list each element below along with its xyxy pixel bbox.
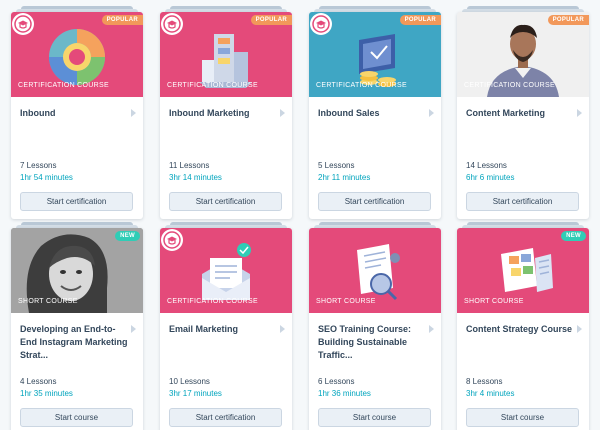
course-card-body[interactable]: POPULAR CERTIFICATION COURSE Inbound Mar… (160, 12, 292, 219)
course-title[interactable]: Inbound Sales (318, 107, 428, 120)
lessons-count: 4 Lessons (20, 377, 57, 386)
course-card-body[interactable]: POPULAR CERTIFICATION COURSE Inbound Sal… (309, 12, 441, 219)
course-duration: 3hr 17 minutes (169, 389, 222, 398)
play-arrow-icon[interactable] (131, 109, 136, 117)
course-card-body[interactable]: NEW SHORT COURSE Content Strategy Course… (457, 228, 589, 430)
popular-badge: POPULAR (399, 15, 441, 25)
course-card[interactable]: CERTIFICATION COURSE Email Marketing 10 … (160, 222, 292, 430)
popular-badge: POPULAR (101, 15, 143, 25)
course-thumbnail[interactable]: NEW SHORT COURSE (11, 228, 143, 313)
course-thumbnail[interactable]: POPULAR CERTIFICATION COURSE (457, 12, 589, 97)
course-duration: 1hr 36 minutes (318, 389, 371, 398)
certification-seal-icon (161, 13, 183, 35)
course-duration: 3hr 14 minutes (169, 173, 222, 182)
course-type-label: SHORT COURSE (464, 298, 524, 305)
start-course-button[interactable]: Start course (466, 408, 579, 427)
course-thumbnail[interactable]: SHORT COURSE (309, 228, 441, 313)
course-card[interactable]: POPULAR CERTIFICATION COURSE Inbound Sal… (309, 6, 441, 219)
play-arrow-icon[interactable] (429, 109, 434, 117)
course-title[interactable]: Inbound Marketing (169, 107, 279, 120)
lessons-count: 5 Lessons (318, 161, 355, 170)
flywheel-icon (49, 29, 105, 85)
lessons-count: 6 Lessons (318, 377, 355, 386)
new-badge: NEW (115, 231, 140, 241)
course-card-body[interactable]: SHORT COURSE SEO Training Course: Buildi… (309, 228, 441, 430)
certification-seal-icon (310, 13, 332, 35)
start-certification-button[interactable]: Start certification (169, 192, 282, 211)
start-course-button[interactable]: Start course (20, 408, 133, 427)
start-certification-button[interactable]: Start certification (20, 192, 133, 211)
course-card-body[interactable]: CERTIFICATION COURSE Email Marketing 10 … (160, 228, 292, 430)
course-title[interactable]: Inbound (20, 107, 130, 120)
course-duration: 3hr 4 minutes (466, 389, 515, 398)
course-card[interactable]: POPULAR CERTIFICATION COURSE Inbound Mar… (160, 6, 292, 219)
start-certification-button[interactable]: Start certification (466, 192, 579, 211)
course-thumbnail[interactable]: CERTIFICATION COURSE (160, 228, 292, 313)
course-type-label: CERTIFICATION COURSE (167, 82, 258, 89)
course-card[interactable]: POPULAR CERTIFICATION COURSE Inbound 7 L… (11, 6, 143, 219)
course-thumbnail[interactable]: POPULAR CERTIFICATION COURSE (160, 12, 292, 97)
course-title[interactable]: Content Marketing (466, 107, 576, 120)
course-duration: 1hr 54 minutes (20, 173, 73, 182)
new-badge: NEW (561, 231, 586, 241)
popular-badge: POPULAR (547, 15, 589, 25)
course-card[interactable]: POPULAR CERTIFICATION COURSE Content Mar… (457, 6, 589, 219)
play-arrow-icon[interactable] (280, 109, 285, 117)
course-card-body[interactable]: NEW SHORT COURSE Developing an End-to-En… (11, 228, 143, 430)
course-duration: 1hr 35 minutes (20, 389, 73, 398)
course-title[interactable]: SEO Training Course: Building Sustainabl… (318, 323, 428, 362)
play-arrow-icon[interactable] (577, 109, 582, 117)
lessons-count: 7 Lessons (20, 161, 57, 170)
course-title[interactable]: Content Strategy Course (466, 323, 576, 336)
course-duration: 2hr 11 minutes (318, 173, 371, 182)
play-arrow-icon[interactable] (577, 325, 582, 333)
course-thumbnail[interactable]: NEW SHORT COURSE (457, 228, 589, 313)
certification-seal-icon (161, 229, 183, 251)
play-arrow-icon[interactable] (131, 325, 136, 333)
start-certification-button[interactable]: Start certification (169, 408, 282, 427)
course-title[interactable]: Developing an End-to-End Instagram Marke… (20, 323, 130, 362)
lessons-count: 14 Lessons (466, 161, 507, 170)
course-type-label: SHORT COURSE (316, 298, 376, 305)
lessons-count: 11 Lessons (169, 161, 210, 170)
course-type-label: CERTIFICATION COURSE (464, 82, 555, 89)
course-card[interactable]: NEW SHORT COURSE Developing an End-to-En… (11, 222, 143, 430)
course-type-label: CERTIFICATION COURSE (316, 82, 407, 89)
certification-seal-icon (12, 13, 34, 35)
course-type-label: SHORT COURSE (18, 298, 78, 305)
course-type-label: CERTIFICATION COURSE (18, 82, 109, 89)
lessons-count: 10 Lessons (169, 377, 210, 386)
course-thumbnail[interactable]: POPULAR CERTIFICATION COURSE (309, 12, 441, 97)
start-certification-button[interactable]: Start certification (318, 192, 431, 211)
play-arrow-icon[interactable] (429, 325, 434, 333)
course-thumbnail[interactable]: POPULAR CERTIFICATION COURSE (11, 12, 143, 97)
play-arrow-icon[interactable] (280, 325, 285, 333)
lessons-count: 8 Lessons (466, 377, 503, 386)
start-course-button[interactable]: Start course (318, 408, 431, 427)
course-title[interactable]: Email Marketing (169, 323, 279, 336)
popular-badge: POPULAR (250, 15, 292, 25)
course-card-body[interactable]: POPULAR CERTIFICATION COURSE Content Mar… (457, 12, 589, 219)
course-type-label: CERTIFICATION COURSE (167, 298, 258, 305)
course-card[interactable]: SHORT COURSE SEO Training Course: Buildi… (309, 222, 441, 430)
course-card[interactable]: NEW SHORT COURSE Content Strategy Course… (457, 222, 589, 430)
course-duration: 6hr 6 minutes (466, 173, 515, 182)
course-card-body[interactable]: POPULAR CERTIFICATION COURSE Inbound 7 L… (11, 12, 143, 219)
